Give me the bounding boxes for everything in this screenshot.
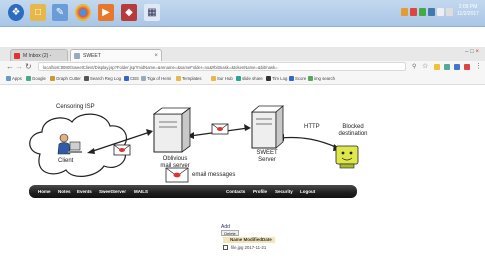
nav-profile[interactable]: Profile xyxy=(253,187,267,196)
nav-security[interactable]: Security xyxy=(275,187,293,196)
minimize-icon[interactable]: – xyxy=(465,49,468,55)
window-controls: – □ × xyxy=(465,49,479,55)
nav-home[interactable]: Home xyxy=(38,187,51,196)
server-icon xyxy=(250,105,285,149)
bookmark-item[interactable]: slide share xyxy=(236,75,263,82)
page-icon xyxy=(141,76,146,82)
score-icon xyxy=(289,76,294,82)
nav-notes[interactable]: Notes xyxy=(58,187,71,196)
table-header: Name ModifiedDate xyxy=(223,237,275,243)
bookmark-item[interactable]: Graph Cutter xyxy=(50,75,81,82)
nav-mails[interactable]: MAILS xyxy=(134,187,148,196)
close-window-icon[interactable]: × xyxy=(475,49,479,55)
browser-toolbar: ← → ↻ localhost:8080/SweetClient/Display… xyxy=(0,61,485,73)
slideshare-icon xyxy=(236,76,241,82)
google-icon xyxy=(26,76,31,82)
tab-inbox[interactable]: M Inbox (2) - clouds... x xyxy=(10,49,68,71)
envelope-icon xyxy=(113,144,131,156)
bookmark-item[interactable]: Google xyxy=(26,75,46,82)
network-icon[interactable] xyxy=(446,8,453,16)
server-icon xyxy=(152,107,192,153)
blocked-destination-label: Blocked destination xyxy=(338,124,368,137)
nav-logout[interactable]: Logout xyxy=(300,187,315,196)
forward-icon[interactable]: → xyxy=(15,62,23,72)
menu-icon[interactable]: ⋮ xyxy=(475,62,482,72)
envelope-icon xyxy=(165,167,189,183)
oblivious-server-label: Oblivious mail server xyxy=(160,156,190,169)
bookmarks-bar: Apps Google Graph Cutter Search Reg Log … xyxy=(0,73,485,85)
apps-icon xyxy=(6,76,11,82)
censoring-isp-label: Censoring ISP xyxy=(56,104,95,110)
tray-icon[interactable] xyxy=(401,8,408,16)
tray-icon[interactable] xyxy=(419,8,426,16)
extension-icon[interactable] xyxy=(454,64,460,70)
bookmark-item[interactable]: Sur Hub xyxy=(211,75,233,82)
main-nav-bar: Home Notes Events SweetServer MAILS Cont… xyxy=(29,185,357,198)
paint-icon[interactable]: ✎ xyxy=(52,4,68,21)
clock-date: 11/2/2017 xyxy=(457,11,479,17)
volume-icon[interactable] xyxy=(437,8,444,16)
email-messages-label: email messages xyxy=(192,172,236,178)
blocked-destination-icon xyxy=(335,145,359,169)
address-bar[interactable]: localhost:8080/SweetClient/Display.jsp?F… xyxy=(38,62,406,71)
row-text: file.jpg 2017-11-21 xyxy=(231,245,267,250)
gmail-icon xyxy=(14,53,20,59)
extension-icon[interactable] xyxy=(464,64,470,70)
client-label: Client xyxy=(58,158,74,164)
bookmark-item[interactable]: CBS xyxy=(124,75,139,82)
table-row[interactable]: file.jpg 2017-11-21 xyxy=(223,245,267,251)
back-icon[interactable]: ← xyxy=(6,62,14,72)
bookmark-item[interactable]: Tim Log xyxy=(266,75,287,82)
taskbar: ❖ □ ✎ ▶ ◆ ▦ 2:09 PM 11/2/2017 xyxy=(0,0,485,27)
arrowhead xyxy=(244,124,251,131)
row-checkbox[interactable] xyxy=(223,245,228,251)
graph-icon xyxy=(50,76,55,82)
bookmark-item[interactable]: Tiga of Hemi xyxy=(141,75,171,82)
calendar-icon[interactable]: ▦ xyxy=(144,4,160,21)
arrow-sweet-to-destination xyxy=(279,136,339,149)
image-icon xyxy=(308,76,313,82)
tray-icon[interactable] xyxy=(428,8,435,16)
bookmark-item[interactable]: Apps xyxy=(6,75,22,82)
security-shield-icon[interactable]: ◆ xyxy=(121,4,137,21)
clock-time: 2:09 PM xyxy=(458,4,478,10)
nav-events[interactable]: Events xyxy=(77,187,92,196)
tab-bar: M Inbox (2) - clouds... x SWEET × – □ × xyxy=(0,47,485,71)
arrowhead xyxy=(146,129,153,136)
extension-icon[interactable] xyxy=(444,64,450,70)
extension-icon[interactable] xyxy=(434,64,440,70)
bookmark-item[interactable]: img search xyxy=(308,75,335,82)
media-icon[interactable]: ▶ xyxy=(98,4,114,21)
page-icon xyxy=(74,53,80,59)
taskbar-clock[interactable]: 2:09 PM 11/2/2017 xyxy=(457,4,479,18)
architecture-diagram: Censoring ISP Client Oblivious mail serv… xyxy=(18,96,370,198)
tab-label: SWEET xyxy=(83,53,101,59)
windows-orb-icon[interactable]: ❖ xyxy=(8,4,24,21)
bookmark-star-icon[interactable]: ☆ xyxy=(422,62,428,72)
reload-icon[interactable]: ↻ xyxy=(25,62,32,72)
page-icon xyxy=(266,76,271,82)
tab-sweet[interactable]: SWEET × xyxy=(70,49,162,61)
sur-hub-icon xyxy=(211,76,216,82)
nav-sweetserver[interactable]: SweetServer xyxy=(99,187,126,196)
nav-contacts[interactable]: Contacts xyxy=(226,187,245,196)
cbs-icon xyxy=(124,76,129,82)
tray-icon[interactable] xyxy=(410,8,417,16)
bookmark-item[interactable]: Search Reg Log xyxy=(84,75,121,82)
folder-icon[interactable]: □ xyxy=(30,4,46,21)
sweet-server-label: SWEET Server xyxy=(256,150,278,163)
chrome-icon[interactable] xyxy=(75,4,91,21)
envelope-icon xyxy=(211,123,229,135)
bookmark-item[interactable]: Templates xyxy=(176,75,202,82)
zoom-icon[interactable]: ⚲ xyxy=(412,62,416,72)
http-label: HTTP xyxy=(304,124,320,130)
templates-icon xyxy=(176,76,181,82)
table-header-text: Name ModifiedDate xyxy=(230,237,272,242)
maximize-icon[interactable]: □ xyxy=(470,49,474,55)
delete-button[interactable]: Delete xyxy=(221,230,239,236)
bookmark-item[interactable]: Score xyxy=(289,75,306,82)
search-icon xyxy=(84,76,89,82)
